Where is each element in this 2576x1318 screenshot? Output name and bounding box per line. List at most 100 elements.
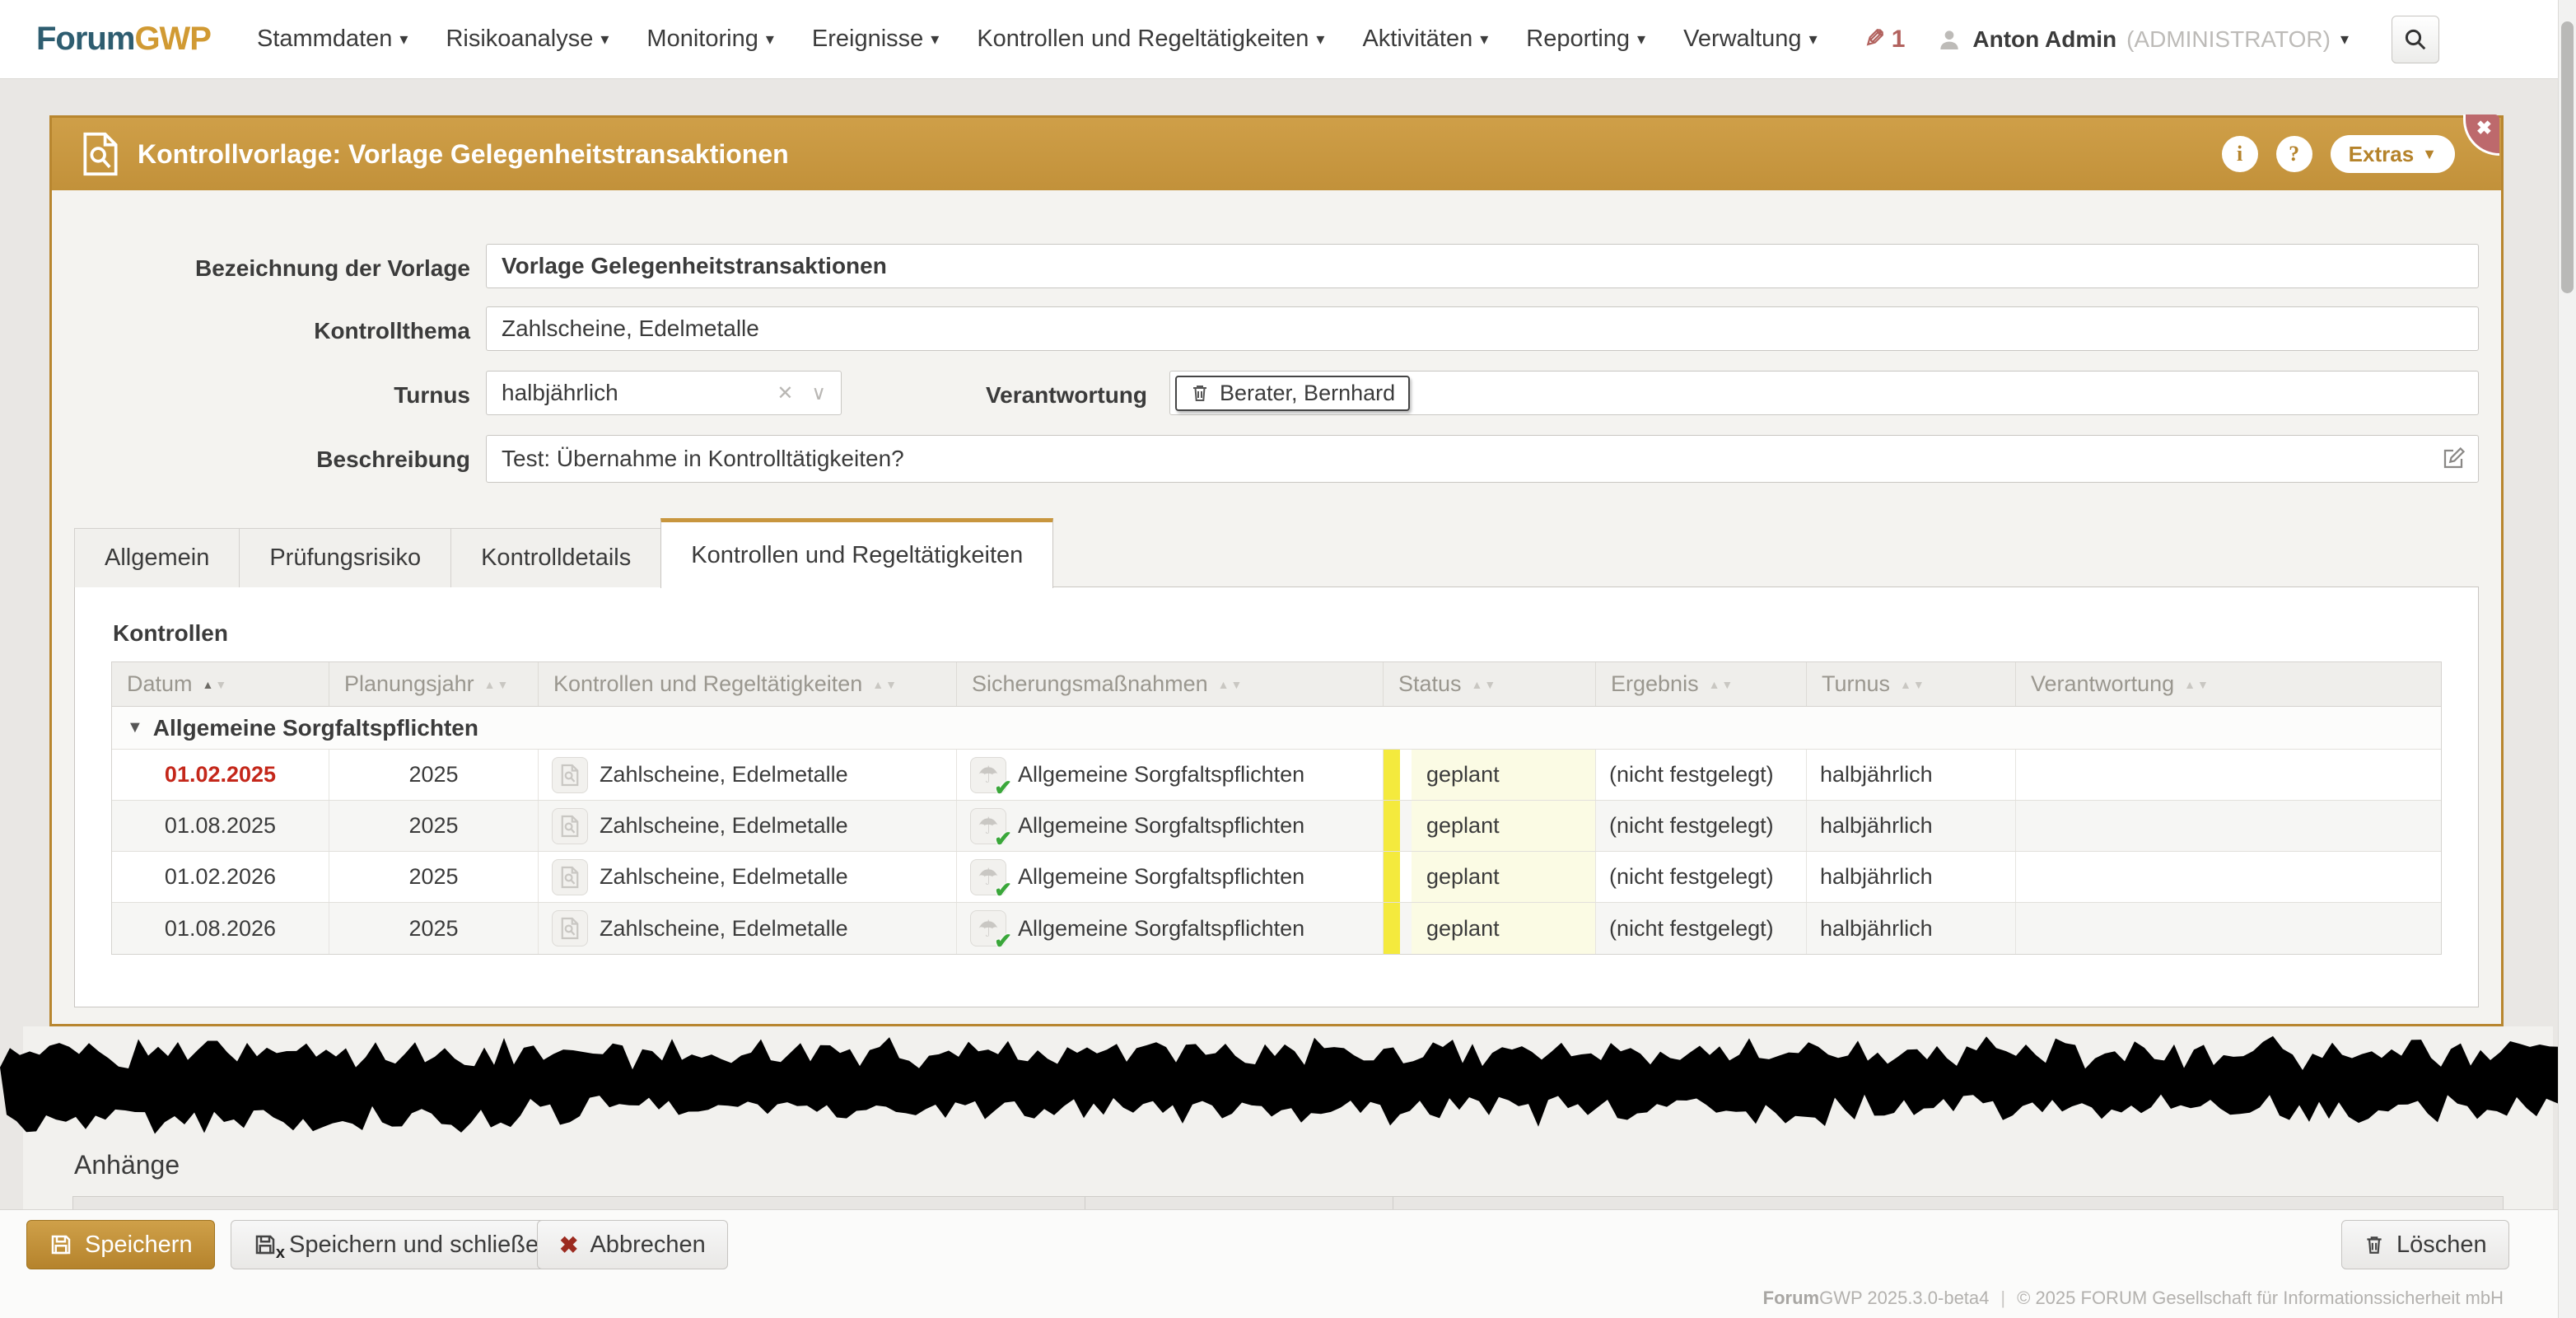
- save-close-icon: x: [253, 1232, 278, 1257]
- sort-icons: ▲▼: [484, 678, 511, 691]
- verantwortung-chip[interactable]: Berater, Bernhard: [1175, 376, 1410, 411]
- delete-button[interactable]: Löschen: [2341, 1220, 2509, 1269]
- menu-item-label: Ereignisse: [812, 26, 923, 53]
- save-button[interactable]: Speichern: [26, 1220, 215, 1269]
- cancel-button[interactable]: ✖ Abbrechen: [537, 1220, 728, 1269]
- column-header-datum[interactable]: Datum▲▼: [112, 662, 329, 706]
- column-header-kontrollen[interactable]: Kontrollen und Regeltätigkeiten▲▼: [539, 662, 957, 706]
- menu-item-ereignisse[interactable]: Ereignisse ▾: [812, 26, 939, 53]
- info-icon[interactable]: i: [2222, 136, 2258, 172]
- save-icon: [49, 1232, 73, 1257]
- column-header-ergebnis[interactable]: Ergebnis▲▼: [1596, 662, 1807, 706]
- search-icon: [2403, 27, 2428, 52]
- table-header-row: Datum▲▼ Planungsjahr▲▼ Kontrollen und Re…: [112, 662, 2441, 707]
- document-search-icon: [552, 859, 588, 895]
- save-and-close-button[interactable]: x Speichern und schließen: [231, 1220, 574, 1269]
- cell-massnahme: Allgemeine Sorgfaltspflichten: [1018, 762, 1304, 788]
- turnus-value: halbjährlich: [502, 380, 618, 406]
- column-header-status[interactable]: Status▲▼: [1384, 662, 1596, 706]
- status-color-bar: [1384, 852, 1400, 902]
- cell-verantwortung: [2016, 801, 2441, 851]
- cell-status: geplant: [1412, 852, 1595, 902]
- chevron-down-icon: ▾: [2340, 29, 2349, 49]
- menu-item-stammdaten[interactable]: Stammdaten▾: [257, 26, 408, 53]
- tab-label: Allgemein: [105, 544, 209, 572]
- menu-item-label: Risikoanalyse: [446, 26, 593, 53]
- tab-pruefungsrisiko[interactable]: Prüfungsrisiko: [239, 528, 451, 587]
- cell-turnus: halbjährlich: [1807, 801, 2016, 851]
- attachments-title: Anhänge: [74, 1150, 180, 1180]
- document-search-icon: [552, 757, 588, 793]
- cell-massnahme: Allgemeine Sorgfaltspflichten: [1018, 813, 1304, 839]
- cell-verantwortung: [2016, 903, 2441, 954]
- protection-check-icon: ☂✔: [970, 859, 1006, 895]
- column-header-sicherungsmassnahmen[interactable]: Sicherungsmaßnahmen▲▼: [957, 662, 1384, 706]
- chevron-down-icon: ▾: [931, 29, 939, 49]
- column-header-verantwortung[interactable]: Verantwortung▲▼: [2016, 662, 2441, 706]
- pencil-icon: ✎: [1864, 25, 1885, 54]
- tab-allgemein[interactable]: Allgemein: [74, 528, 240, 587]
- cell-ergebnis: (nicht festgelegt): [1596, 903, 1807, 954]
- verantwortung-field[interactable]: Berater, Bernhard: [1169, 371, 2479, 415]
- dialog-header-actions: i ? Extras ▼: [2222, 118, 2455, 190]
- menu-item-kontrollen-und-regeltaetigkeiten[interactable]: Kontrollen und Regeltätigkeiten▾: [977, 26, 1324, 53]
- column-header-turnus[interactable]: Turnus▲▼: [1807, 662, 2016, 706]
- cell-planungsjahr: 2025: [329, 750, 539, 800]
- document-search-icon: [552, 910, 588, 946]
- footer-action-bar: Speichern x Speichern und schließen ✖ Ab…: [0, 1209, 2576, 1318]
- cell-ergebnis: (nicht festgelegt): [1596, 750, 1807, 800]
- sort-icons: ▲▼: [2184, 678, 2210, 691]
- kontrollthema-input[interactable]: [486, 306, 2479, 351]
- tab-label: Prüfungsrisiko: [269, 544, 421, 572]
- help-icon[interactable]: ?: [2276, 136, 2312, 172]
- app-logo-part2: GWP: [134, 21, 211, 57]
- table-row[interactable]: 01.02.2026 2025 Zahlscheine, Edelmetalle…: [112, 852, 2441, 903]
- chevron-down-icon: ▾: [766, 29, 774, 49]
- app-logo[interactable]: ForumGWP: [36, 21, 211, 58]
- menu-item-aktivitaeten[interactable]: Aktivitäten▾: [1362, 26, 1488, 53]
- close-icon: ✖: [2476, 119, 2492, 138]
- footer-version-info: ForumGWP 2025.3.0-beta4|© 2025 FORUM Ges…: [1763, 1288, 2504, 1309]
- status-color-bar: [1384, 903, 1400, 954]
- sort-icons: ▲▼: [1900, 678, 1926, 691]
- table-group-row[interactable]: ▼ Allgemeine Sorgfaltspflichten: [112, 707, 2441, 750]
- table-row[interactable]: 01.08.2025 2025 Zahlscheine, Edelmetalle…: [112, 801, 2441, 852]
- protection-check-icon: ☂✔: [970, 808, 1006, 844]
- tab-kontrollen-und-regeltaetigkeiten[interactable]: Kontrollen und Regeltätigkeiten: [660, 518, 1053, 588]
- bezeichnung-input[interactable]: [486, 244, 2479, 288]
- table-section-title: Kontrollen: [113, 620, 2442, 647]
- menu-item-verwaltung[interactable]: Verwaltung▾: [1683, 26, 1818, 53]
- chevron-down-icon: ▾: [399, 29, 408, 49]
- cell-status: geplant: [1412, 801, 1595, 851]
- vertical-scrollbar[interactable]: [2558, 0, 2576, 1318]
- menu-item-monitoring[interactable]: Monitoring▾: [646, 26, 773, 53]
- verantwortung-chip-label: Berater, Bernhard: [1220, 381, 1395, 406]
- extras-label: Extras: [2349, 142, 2415, 167]
- menu-item-risikoanalyse[interactable]: Risikoanalyse▾: [446, 26, 609, 53]
- user-menu[interactable]: Anton Admin (ADMINISTRATOR) ▾: [1936, 26, 2349, 53]
- cell-turnus: halbjährlich: [1807, 903, 2016, 954]
- redaction-scribble: [0, 1028, 2576, 1143]
- unsaved-changes-indicator[interactable]: ✎ 1: [1864, 25, 1906, 54]
- beschreibung-input[interactable]: [486, 435, 2479, 483]
- check-icon: ✔: [994, 826, 1012, 852]
- main-menu: Stammdaten▾ Risikoanalyse▾ Monitoring▾ E…: [257, 26, 1818, 53]
- chevron-down-icon: ▾: [1637, 29, 1645, 49]
- extras-button[interactable]: Extras ▼: [2331, 135, 2455, 173]
- cell-planungsjahr: 2025: [329, 852, 539, 902]
- tab-kontrolldetails[interactable]: Kontrolldetails: [450, 528, 661, 587]
- table-row[interactable]: 01.08.2026 2025 Zahlscheine, Edelmetalle…: [112, 903, 2441, 954]
- user-name: Anton Admin: [1972, 26, 2116, 53]
- column-header-planungsjahr[interactable]: Planungsjahr▲▼: [329, 662, 539, 706]
- tab-panel-kontrollen: Kontrollen Datum▲▼ Planungsjahr▲▼ Kontro…: [74, 587, 2479, 1007]
- cell-verantwortung: [2016, 750, 2441, 800]
- chevron-down-icon: ▾: [1480, 29, 1488, 49]
- trash-icon: [1190, 382, 1210, 404]
- table-row[interactable]: 01.02.2025 2025 Zahlscheine, Edelmetalle…: [112, 750, 2441, 801]
- search-button[interactable]: [2392, 16, 2439, 63]
- edit-icon[interactable]: [2441, 446, 2466, 471]
- scrollbar-thumb[interactable]: [2561, 21, 2574, 293]
- check-icon: ✔: [994, 928, 1012, 954]
- menu-item-reporting[interactable]: Reporting▾: [1526, 26, 1645, 53]
- cell-massnahme: Allgemeine Sorgfaltspflichten: [1018, 916, 1304, 942]
